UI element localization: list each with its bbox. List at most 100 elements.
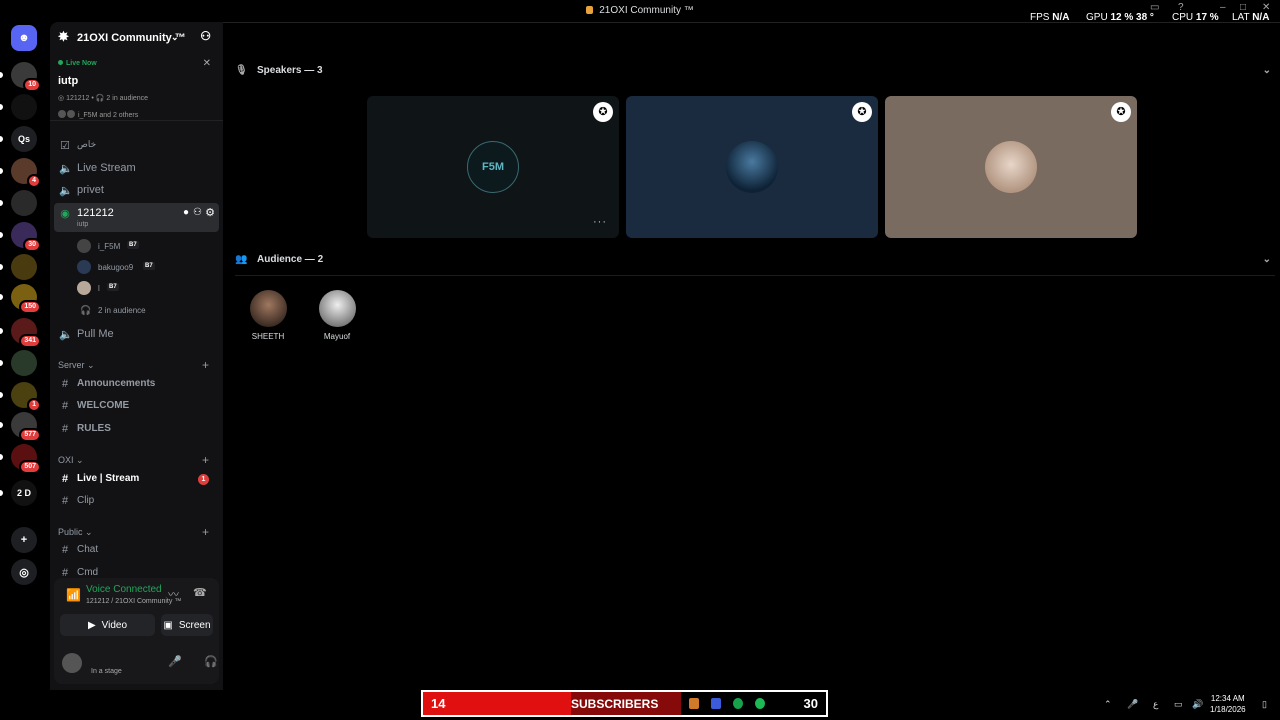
- voice-status[interactable]: Voice Connected: [86, 584, 162, 595]
- channel-chat[interactable]: # Chat: [54, 540, 219, 560]
- noise-suppression-icon[interactable]: 〰: [168, 586, 179, 602]
- screen-share-button[interactable]: ▣ Screen: [162, 614, 212, 636]
- moderator-icon: ✪: [1111, 102, 1131, 122]
- notification-icon[interactable]: ▯: [1262, 699, 1267, 710]
- server-icon[interactable]: [0, 254, 37, 280]
- voice-user[interactable]: l B7: [77, 279, 217, 297]
- chevron-down-icon[interactable]: ⌄: [1263, 65, 1271, 76]
- speaker-tile[interactable]: ✪: [885, 96, 1137, 238]
- category-oxi[interactable]: OXI ⌄ +: [58, 453, 209, 467]
- title-bar: 21OXI Community ™ FPS N/A GPU 12 % 38 ° …: [0, 0, 1280, 23]
- channel-pull-me[interactable]: 🔈 Pull Me: [54, 324, 219, 344]
- channel-label: Live Stream: [77, 162, 136, 174]
- video-label: Video: [101, 619, 128, 631]
- audience-header[interactable]: 👥 Audience — 2 ⌄: [235, 254, 1275, 265]
- unread-pill: [0, 72, 3, 78]
- server-header[interactable]: ✸ 21OXI Community ™ ⌄ ⚇: [50, 22, 223, 52]
- server-icon[interactable]: 2 D: [0, 480, 37, 506]
- channel-live-stream-voice[interactable]: 🔈 Live Stream: [54, 158, 219, 178]
- server-icon[interactable]: [0, 190, 37, 216]
- audience-member[interactable]: Mayuof: [307, 290, 367, 341]
- speakers-label: Speakers — 3: [257, 65, 323, 76]
- volume-icon[interactable]: 🔊: [1192, 699, 1203, 710]
- channel-cmd[interactable]: # Cmd: [54, 563, 219, 577]
- hash-icon: #: [61, 378, 69, 390]
- audience-count[interactable]: 🎧 2 in audience: [77, 301, 217, 319]
- channel-label: privet: [77, 184, 104, 196]
- video-button[interactable]: ▶ Video: [60, 614, 155, 636]
- headphones-icon[interactable]: 🎧: [204, 655, 218, 668]
- subscriber-current: 14: [431, 696, 446, 711]
- help-icon[interactable]: ?: [1178, 2, 1184, 13]
- server-icon[interactable]: 577: [0, 412, 41, 442]
- inbox-icon[interactable]: ▭: [1150, 2, 1159, 13]
- speaker-tile[interactable]: ✪: [626, 96, 878, 238]
- app-icon[interactable]: [711, 698, 721, 709]
- live-now-card[interactable]: Live Now ✕ iutp ◎ 121212 • 🎧 2 in audien…: [50, 55, 223, 121]
- server-icon[interactable]: 1: [0, 382, 41, 412]
- invite-icon[interactable]: ⚇: [193, 207, 202, 218]
- add-server-icon[interactable]: +: [11, 527, 37, 553]
- maximize-button[interactable]: □: [1240, 2, 1246, 13]
- chevron-down-icon: ⌄: [171, 32, 179, 42]
- channel-announcements[interactable]: # Announcements: [54, 374, 219, 394]
- channel-sidebar: ✸ 21OXI Community ™ ⌄ ⚇ Live Now ✕ iutp …: [50, 22, 245, 690]
- unread-pill: [0, 294, 3, 300]
- invite-icon[interactable]: ⚇: [200, 29, 211, 43]
- server-initials: 2 D: [16, 488, 31, 498]
- channel-clip[interactable]: # Clip: [54, 491, 219, 511]
- server-icon[interactable]: 30: [0, 222, 41, 252]
- channel-live-stream-text[interactable]: # Live | Stream 1: [54, 469, 219, 489]
- category-server[interactable]: Server ⌄ +: [58, 358, 209, 372]
- discord-home-icon[interactable]: ☻: [11, 25, 37, 51]
- add-channel-icon[interactable]: +: [202, 453, 209, 467]
- chevron-down-icon[interactable]: ⌄: [1263, 254, 1271, 265]
- time: 12:34 AM: [1210, 694, 1245, 703]
- add-channel-icon[interactable]: +: [202, 525, 209, 539]
- channel-rules[interactable]: # RULES: [54, 419, 219, 439]
- channel-welcome[interactable]: # WELCOME: [54, 396, 219, 416]
- audience-icon: 👥: [235, 254, 248, 265]
- close-button[interactable]: ✕: [1262, 2, 1270, 13]
- channel-121212-stage[interactable]: ◉ 121212 iutp ● ⚇ ⚙: [54, 203, 219, 232]
- channel-khas[interactable]: ☑ خاص: [54, 135, 219, 155]
- channel-privet[interactable]: 🔈 privet: [54, 180, 219, 200]
- hash-icon: #: [61, 423, 69, 435]
- language-indicator[interactable]: ع: [1153, 699, 1158, 710]
- voice-user[interactable]: bakugoo9 B7: [77, 258, 217, 276]
- server-icon[interactable]: [0, 350, 37, 376]
- close-icon[interactable]: ✕: [203, 58, 211, 69]
- app-icon[interactable]: [689, 698, 699, 709]
- server-icon[interactable]: Qs: [0, 126, 37, 152]
- microphone-icon[interactable]: 🎤: [1127, 699, 1138, 710]
- voice-user[interactable]: i_F5M B7: [77, 237, 217, 255]
- server-initials: Qs: [17, 134, 30, 144]
- server-icon[interactable]: [0, 94, 37, 120]
- unread-pill: [0, 392, 3, 398]
- hash-icon: #: [61, 495, 69, 507]
- more-icon[interactable]: ···: [593, 216, 607, 228]
- server-icon[interactable]: 507: [0, 444, 41, 474]
- audience-label: Audience — 2: [257, 254, 324, 265]
- server-icon[interactable]: 341: [0, 318, 41, 348]
- server-icon[interactable]: 10: [0, 62, 41, 92]
- speaker-tile[interactable]: ✪ F5M ···: [367, 96, 619, 238]
- audience-member[interactable]: SHEETH: [238, 290, 298, 341]
- server-icon[interactable]: 4: [0, 158, 41, 188]
- server-icon[interactable]: 150: [0, 284, 41, 314]
- microphone-icon[interactable]: 🎤: [168, 655, 182, 668]
- xbox-icon[interactable]: [733, 698, 743, 709]
- chat-icon[interactable]: ●: [183, 207, 189, 218]
- add-channel-icon[interactable]: +: [202, 358, 209, 372]
- avatar[interactable]: [62, 653, 82, 673]
- explore-icon[interactable]: ◎: [11, 559, 37, 585]
- network-icon[interactable]: ▭: [1174, 699, 1183, 710]
- chevron-up-icon[interactable]: ⌃: [1104, 699, 1112, 710]
- clock[interactable]: 12:34 AM 1/18/2026: [1210, 693, 1246, 715]
- speakers-header[interactable]: 🎙 Speakers — 3 ⌄: [235, 65, 1275, 76]
- minimize-button[interactable]: –: [1220, 2, 1226, 13]
- category-public[interactable]: Public ⌄ +: [58, 525, 209, 539]
- disconnect-icon[interactable]: ☎: [193, 586, 207, 599]
- spotify-icon[interactable]: [755, 698, 765, 709]
- gear-icon[interactable]: ⚙: [205, 206, 215, 219]
